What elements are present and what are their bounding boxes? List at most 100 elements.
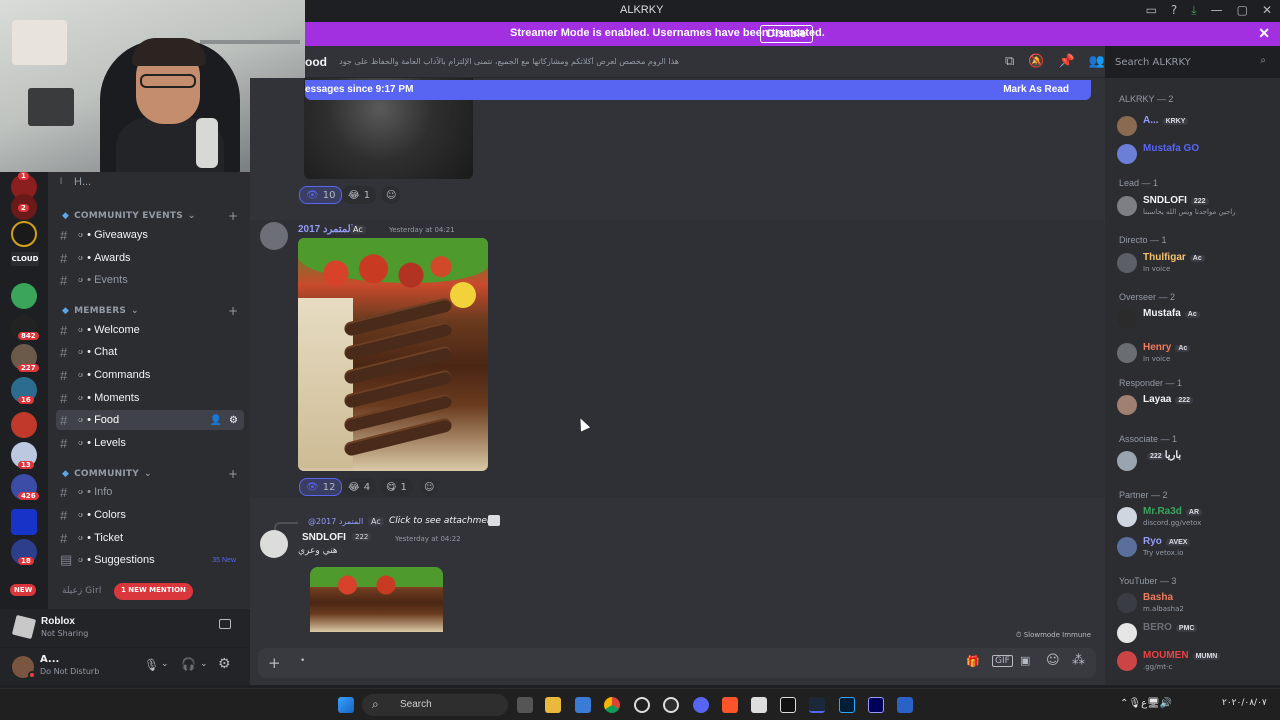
reaction[interactable]: 😂 4: [342, 478, 377, 496]
channel-moments[interactable]: # ဖ • Moments: [56, 388, 244, 408]
message-author[interactable]: SNDLOFI: [302, 532, 346, 543]
server-icon[interactable]: CLOUD: [11, 252, 39, 266]
member-item[interactable]: Mr.Ra3d AR discord.gg/vetox: [1113, 503, 1279, 531]
category-community[interactable]: ◆ COMMUNITY ⌄ +: [62, 467, 238, 481]
channel-welcome[interactable]: # ဖ • Welcome: [56, 320, 244, 340]
avatar[interactable]: [260, 222, 288, 250]
disable-streamer-mode-button[interactable]: Disable: [760, 25, 814, 43]
member-item[interactable]: MOUMEN MUMN .gg/mt-c: [1113, 647, 1279, 675]
server-icon[interactable]: [11, 509, 37, 535]
member-item[interactable]: Ryo AVEX Try vetox.io: [1113, 533, 1279, 561]
mic-icon[interactable]: 🎙: [144, 658, 159, 672]
invite-icon[interactable]: 👤: [210, 415, 222, 426]
add-reaction-icon[interactable]: ☺: [420, 478, 439, 496]
add-reaction-icon[interactable]: ☺: [382, 186, 401, 204]
chrome-icon[interactable]: [604, 697, 620, 713]
pin-icon[interactable]: 📌: [1058, 54, 1074, 69]
channel-ticket[interactable]: # ဖ • Ticket: [56, 528, 244, 548]
app-icon[interactable]: [634, 697, 650, 713]
help-icon[interactable]: ?: [1171, 3, 1177, 18]
notifications-muted-icon[interactable]: 🔕: [1028, 54, 1044, 69]
headphones-icon[interactable]: 🎧: [181, 657, 196, 671]
channel-suggestions[interactable]: ▤ ဖ • Suggestions 35 New: [56, 550, 244, 570]
discord-icon[interactable]: [693, 697, 709, 713]
member-item[interactable]: SNDLOFI 222 راجين مواجدنا ويس الله يحاسبنا: [1113, 192, 1279, 220]
channel-chat[interactable]: # ဖ • Chat: [56, 342, 244, 362]
channel-levels[interactable]: # ဖ • Levels: [56, 433, 244, 453]
chevron-down-icon[interactable]: ⌄: [161, 659, 169, 669]
channel-info[interactable]: # ဖ • Info: [56, 482, 244, 502]
photoshop-icon[interactable]: [839, 697, 855, 713]
category-members[interactable]: ◆ MEMBERS ⌄ +: [62, 304, 238, 318]
close-window-button[interactable]: ✕: [1262, 3, 1272, 18]
brave-icon[interactable]: [722, 697, 738, 713]
add-channel-icon[interactable]: +: [228, 209, 238, 223]
sticker-icon[interactable]: ▣: [1020, 654, 1030, 667]
task-view-icon[interactable]: [517, 697, 533, 713]
member-item[interactable]: Henry Ac In voice: [1113, 339, 1279, 367]
store-icon[interactable]: [575, 697, 591, 713]
server-icon[interactable]: [11, 412, 37, 438]
member-item[interactable]: A... KRKY: [1113, 112, 1279, 140]
member-item[interactable]: Mustafa GO: [1113, 140, 1279, 168]
mark-as-read-button[interactable]: Mark As Read: [1003, 84, 1069, 95]
gift-icon[interactable]: 🎁: [966, 655, 980, 668]
settings-gear-icon[interactable]: ⚙: [218, 656, 231, 672]
reaction[interactable]: 👁 12: [299, 478, 343, 496]
channel-top[interactable]: ᴵ H...: [56, 172, 244, 192]
food-image[interactable]: [310, 567, 443, 632]
category-community-events[interactable]: ◆ COMMUNITY EVENTS ⌄ +: [62, 209, 238, 223]
reply-preview[interactable]: Click to see attachment: [389, 516, 496, 526]
reply-author[interactable]: @2017 المتمرد: [308, 517, 363, 526]
member-item[interactable]: Mustafa Ac: [1113, 305, 1279, 333]
reaction[interactable]: 😋 1: [380, 478, 413, 496]
channel-giveaways[interactable]: # ဖ • Giveaways: [56, 225, 244, 245]
new-unreads-pill[interactable]: NEW: [10, 584, 37, 596]
message-composer[interactable]: + • 🎁 GIF ▣ ☺ ⁂: [258, 648, 1096, 678]
emoji-icon[interactable]: ☺: [1046, 653, 1060, 668]
steam-icon[interactable]: [809, 697, 825, 713]
premiere-icon[interactable]: [868, 697, 884, 713]
reaction[interactable]: 👁 10: [299, 186, 343, 204]
server-icon[interactable]: [11, 221, 37, 247]
taskbar-search[interactable]: ⌕ Search: [362, 694, 508, 716]
server-icon[interactable]: [11, 283, 37, 309]
close-banner-icon[interactable]: ✕: [1258, 25, 1270, 42]
inbox-icon[interactable]: ▭: [1146, 3, 1157, 18]
new-messages-bar[interactable]: essages since 9:17 PM Mark As Read: [305, 80, 1091, 100]
tray-icons[interactable]: ⌃🎙ع🖥🔊: [1120, 698, 1172, 709]
chevron-down-icon[interactable]: ⌄: [200, 659, 208, 669]
apps-icon[interactable]: ⁂: [1072, 653, 1085, 668]
channel-colors[interactable]: # ဖ • Colors: [56, 505, 244, 525]
gif-icon[interactable]: GIF: [992, 655, 1013, 667]
upload-plus-icon[interactable]: +: [268, 654, 281, 672]
start-icon[interactable]: [338, 697, 354, 713]
add-channel-icon[interactable]: +: [228, 304, 238, 318]
channel-topic[interactable]: هذا الروم مخصص لعرض أكلاتكم ومشاركاتها م…: [339, 57, 679, 66]
file-explorer-icon[interactable]: [545, 697, 561, 713]
minimize-button[interactable]: —: [1211, 3, 1223, 18]
gear-icon[interactable]: ⚙: [229, 415, 238, 426]
channel-food[interactable]: # ဖ • Food 👤 ⚙: [56, 410, 244, 430]
food-image[interactable]: [298, 238, 488, 471]
add-channel-icon[interactable]: +: [228, 467, 238, 481]
new-mention-pill[interactable]: 1 NEW MENTION: [114, 583, 193, 600]
app-icon[interactable]: [897, 697, 913, 713]
reaction[interactable]: 😂 1: [342, 186, 377, 204]
member-item[interactable]: Thulfigar Ac In voice: [1113, 249, 1279, 277]
member-list-icon[interactable]: 👥: [1089, 54, 1105, 69]
channel-commands[interactable]: # ဖ • Commands: [56, 365, 244, 385]
member-item[interactable]: Layaa 222: [1113, 391, 1279, 419]
maximize-button[interactable]: ▢: [1237, 3, 1248, 18]
avatar[interactable]: [260, 530, 288, 558]
capcut-icon[interactable]: [780, 697, 796, 713]
search-input[interactable]: Search ALKRKY ⌕: [1108, 52, 1272, 74]
share-screen-icon[interactable]: [219, 619, 231, 629]
member-item[interactable]: باريا222: [1113, 447, 1279, 475]
member-item[interactable]: BERO PMC: [1113, 619, 1279, 647]
download-icon[interactable]: ⤓: [1191, 3, 1196, 18]
obs-icon[interactable]: [663, 697, 679, 713]
channel-events[interactable]: # ဖ • Events: [56, 270, 244, 290]
message-author[interactable]: المتمرد 2017: [298, 224, 353, 235]
channel-awards[interactable]: # ဖ • Awards: [56, 248, 244, 268]
